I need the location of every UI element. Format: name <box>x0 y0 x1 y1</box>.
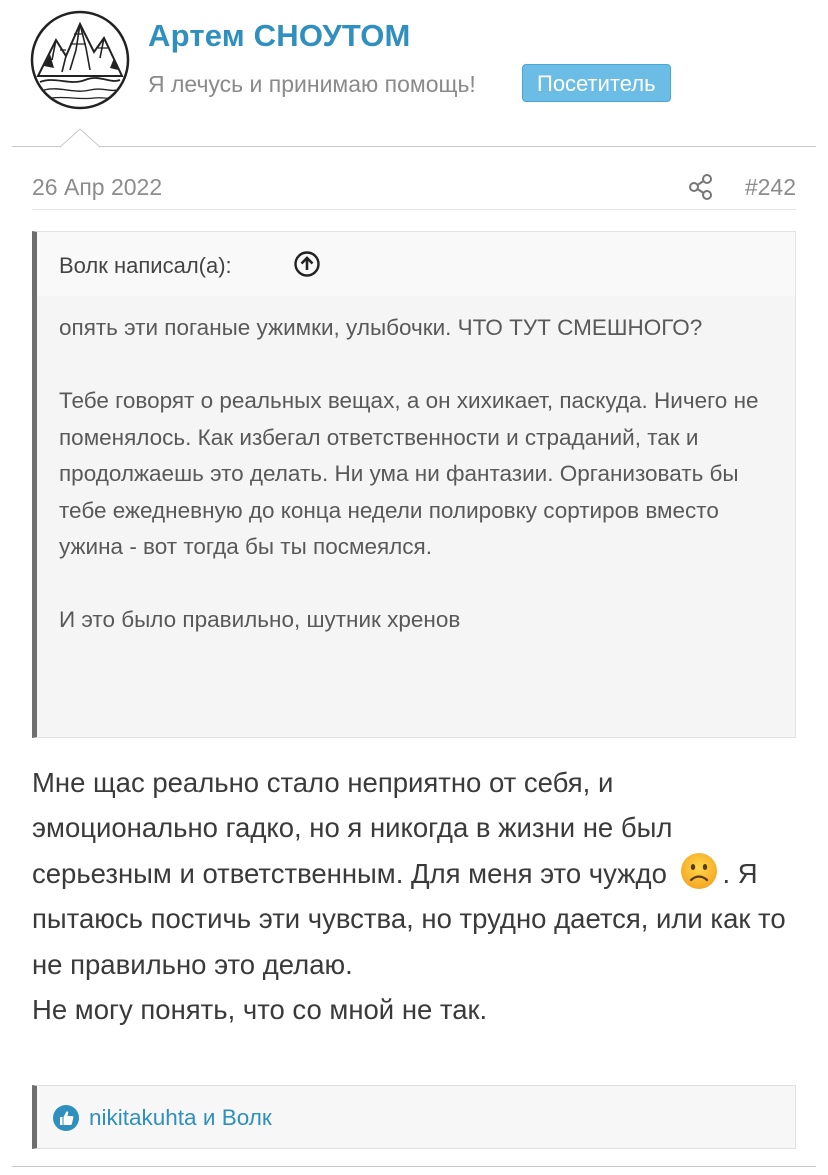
footer-divider <box>12 1166 816 1167</box>
thumbs-up-icon <box>52 1104 80 1132</box>
quote-header: Волк написал(а): <box>37 232 795 296</box>
message-text: Не могу понять, что со мной не так. <box>32 994 488 1026</box>
user-title: Я лечусь и принимаю помощь! <box>148 71 476 97</box>
reaction-list: nikitakuhta и Волк <box>89 1105 272 1131</box>
quote-paragraph: опять эти поганые ужимки, улыбочки. ЧТО … <box>59 315 703 340</box>
header-divider <box>12 128 816 148</box>
username-link[interactable]: Артем СНОУТОМ <box>148 18 411 54</box>
post-message: Мне щас реально стало неприятно от себя,… <box>32 760 796 1032</box>
quote-paragraph: И это было правильно, шутник хренов <box>59 607 461 632</box>
quote-author[interactable]: Волк написал(а): <box>59 253 232 279</box>
avatar[interactable] <box>30 10 130 110</box>
reaction-separator: и <box>202 1105 216 1130</box>
quote-block: Волк написал(а): опять эти поганые ужимк… <box>32 231 796 738</box>
frowning-face-icon <box>679 851 719 891</box>
post-number-link[interactable]: #242 <box>745 174 796 201</box>
arrow-up-circle-icon[interactable] <box>293 250 321 278</box>
message-text: Мне щас реально стало неприятно от себя,… <box>32 767 673 889</box>
post-meta: 26 Апр 2022 #242 <box>32 170 796 210</box>
post-date-link[interactable]: 26 Апр 2022 <box>32 174 162 201</box>
quote-content: опять эти поганые ужимки, улыбочки. ЧТО … <box>59 310 779 639</box>
post-header: Артем СНОУТОМ Я лечусь и принимаю помощь… <box>0 0 828 146</box>
share-icon[interactable] <box>686 172 716 202</box>
user-badge: Посетитель <box>522 64 671 102</box>
reaction-user-link[interactable]: Волк <box>222 1105 272 1130</box>
reactions-bar: nikitakuhta и Волк <box>32 1085 796 1149</box>
reaction-user-link[interactable]: nikitakuhta <box>89 1105 197 1130</box>
quote-paragraph: Тебе говорят о реальных вещах, а он хихи… <box>59 388 759 559</box>
